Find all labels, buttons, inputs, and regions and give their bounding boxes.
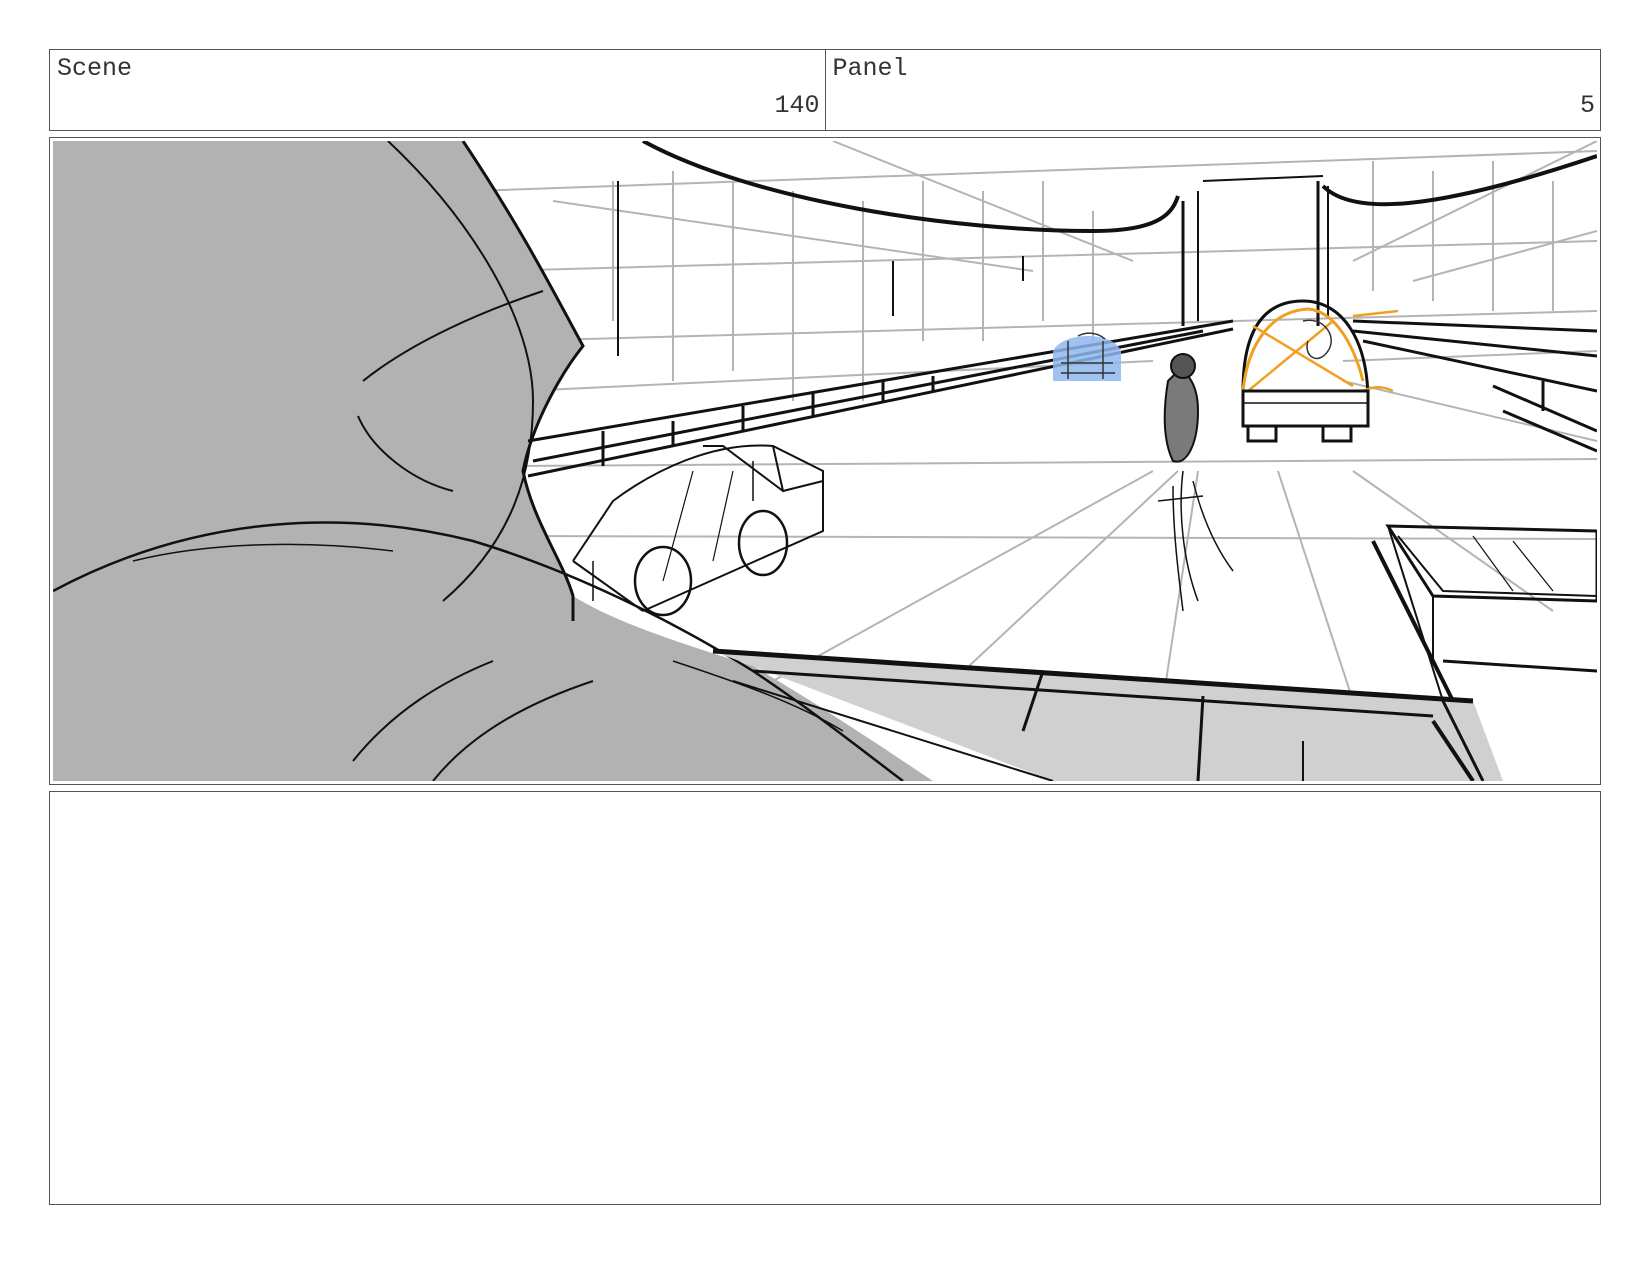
storyboard-sketch xyxy=(53,141,1597,781)
scene-number: 140 xyxy=(774,91,820,120)
left-guardrails xyxy=(527,319,1234,478)
scene-cell: Scene 140 xyxy=(50,50,825,130)
storyboard-header: Scene 140 Panel 5 xyxy=(49,49,1601,131)
panel-label: Panel xyxy=(832,54,908,83)
panel-cell: Panel 5 xyxy=(824,50,1601,130)
sedan-car xyxy=(572,444,824,617)
notes-area xyxy=(49,791,1601,1205)
scene-label: Scene xyxy=(57,54,133,83)
storyboard-frame xyxy=(49,137,1601,785)
panel-number: 5 xyxy=(1579,91,1595,120)
